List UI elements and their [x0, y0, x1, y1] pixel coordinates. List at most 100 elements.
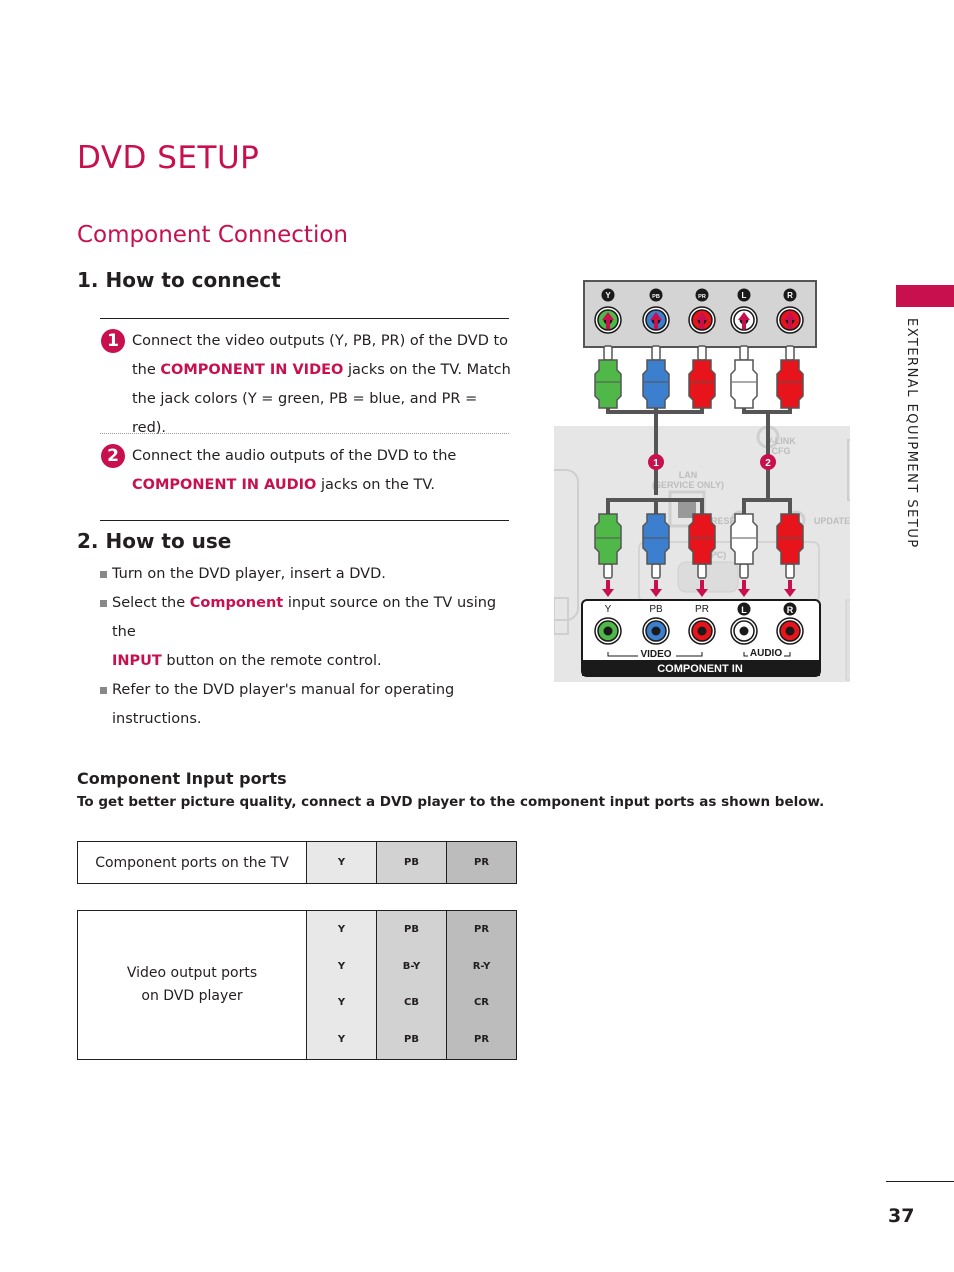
cell: Y: [337, 924, 346, 935]
bullet-icon: [100, 571, 107, 578]
rgb-port: [677, 561, 739, 593]
step-2-line2: COMPONENT IN AUDIO jacks on the TV.: [132, 471, 512, 500]
component-input-ports-description: To get better picture quality, connect a…: [77, 794, 825, 810]
tv-jack-pr: [688, 617, 716, 645]
step-1-text: Connect the video outputs (Y, PB, PR) of…: [132, 327, 512, 443]
tv-jack-label: PR: [695, 604, 709, 615]
divider: [100, 520, 509, 521]
table-row: Video output ports on DVD player Y Y Y Y…: [77, 910, 517, 1060]
label-line: on DVD player: [141, 988, 243, 1004]
rca-plug: [594, 345, 622, 409]
tv-jack-label: Y: [605, 604, 612, 615]
update-label: UPDATE: [814, 516, 850, 526]
vlink-label: V-LINK: [766, 436, 796, 446]
tv-jack-label: L: [741, 605, 747, 615]
label-line: Video output ports: [126, 965, 258, 981]
tv-jack-label: R: [787, 605, 794, 615]
dvd-ports-label: Video output ports on DVD player: [77, 910, 307, 1060]
page-title: DVD SETUP: [77, 140, 260, 176]
input-highlight: INPUT: [112, 653, 162, 669]
service-only-label: (SERVICE ONLY): [652, 480, 724, 490]
cell: Y: [337, 960, 346, 972]
cell: PR: [473, 924, 490, 935]
cell: PB: [404, 1033, 419, 1045]
how-to-use-list: Turn on the DVD player, insert a DVD. Se…: [100, 560, 520, 734]
tv-jack-label: PB: [649, 604, 663, 615]
tv-ports-label: Component ports on the TV: [77, 841, 307, 884]
step-1-line1: Connect the video outputs (Y, PB, PR) of…: [132, 333, 509, 349]
tv-jack-l: [730, 617, 758, 645]
connection-diagram: LAN (SERVICE ONLY) V-LINK CFG RESET UPDA…: [554, 280, 850, 682]
section-tab: [896, 285, 954, 307]
text: Refer to the DVD player's manual for ope…: [112, 682, 455, 698]
step-2-text: Connect the audio outputs of the DVD to …: [132, 442, 512, 500]
step-1-badge: 1: [101, 329, 125, 353]
text: jacks on the TV. Match: [343, 362, 511, 378]
section-title: Component Connection: [77, 222, 348, 248]
rca-plug: [730, 345, 758, 409]
dvd-jack-label: PB: [652, 294, 660, 300]
page-number: 37: [888, 1205, 915, 1227]
cell: B-Y: [402, 960, 421, 972]
port-pb: PB: [376, 841, 447, 884]
bullet-icon: [100, 687, 107, 694]
dvd-ports-table: Video output ports on DVD player Y Y Y Y…: [77, 910, 517, 1060]
rca-plug: [776, 345, 804, 409]
component-input-ports-heading: Component Input ports: [77, 769, 287, 788]
dvd-col-pb: PB B-Y CB PB: [376, 910, 447, 1060]
step-2-line1: Connect the audio outputs of the DVD to …: [132, 448, 457, 464]
tv-jack-y: [594, 617, 622, 645]
callout-2-text: 2: [765, 458, 771, 469]
bullet-icon: [100, 600, 107, 607]
cell: Y: [337, 997, 346, 1008]
cell: PB: [404, 924, 419, 935]
panel-detail: [845, 599, 850, 681]
step-2-badge: 2: [101, 444, 125, 468]
cell: CR: [473, 997, 490, 1008]
how-to-connect-heading: 1. How to connect: [77, 268, 281, 292]
cell: PR: [473, 1033, 490, 1045]
component-in-label: COMPONENT IN: [657, 663, 743, 675]
tv-jack-r: [776, 617, 804, 645]
rca-plug: [688, 345, 716, 409]
text: the: [132, 362, 161, 378]
dvd-col-y: Y Y Y Y: [306, 910, 377, 1060]
port-y: Y: [306, 841, 377, 884]
divider: [100, 318, 509, 319]
callout-1-text: 1: [653, 458, 659, 469]
dvd-jack-label: PR: [698, 294, 706, 300]
cell: Y: [337, 1033, 346, 1045]
how-to-use-heading: 2. How to use: [77, 529, 232, 553]
lan-label: LAN: [679, 470, 698, 480]
list-item: Turn on the DVD player, insert a DVD.: [100, 560, 520, 589]
text: instructions.: [112, 711, 202, 727]
table-row: Component ports on the TV Y PB PR: [77, 841, 517, 884]
component-in-audio-highlight: COMPONENT IN AUDIO: [132, 477, 317, 493]
tv-jack-pb: [642, 617, 670, 645]
step-1-line3: the jack colors (Y = green, PB = blue, a…: [132, 391, 478, 436]
component-highlight: Component: [189, 595, 284, 611]
dvd-jack-label: R: [787, 291, 793, 300]
cell: CB: [404, 997, 419, 1008]
list-item: Select the Component input source on the…: [100, 589, 520, 676]
component-in-video-highlight: COMPONENT IN VIDEO: [160, 362, 344, 378]
port-pr: PR: [446, 841, 517, 884]
video-label: VIDEO: [640, 649, 671, 660]
footer-rule: [886, 1181, 954, 1182]
text: button on the remote control.: [161, 653, 382, 669]
step-1-line2: the COMPONENT IN VIDEO jacks on the TV. …: [132, 356, 512, 385]
rca-plug: [642, 345, 670, 409]
tv-ports-table: Component ports on the TV Y PB PR: [77, 841, 517, 884]
text: Select the: [112, 595, 190, 611]
cfg-label: CFG: [772, 446, 791, 456]
audio-label: AUDIO: [750, 648, 782, 659]
dotted-divider: [100, 433, 509, 434]
text: Turn on the DVD player, insert a DVD.: [112, 566, 386, 582]
dvd-jack-label: L: [742, 291, 747, 300]
list-item: Refer to the DVD player's manual for ope…: [100, 676, 520, 734]
section-tab-label: EXTERNAL EQUIPMENT SETUP: [904, 318, 919, 549]
dvd-col-pr: PR R-Y CR PR: [446, 910, 517, 1060]
text: jacks on the TV.: [316, 477, 436, 493]
cell: R-Y: [472, 960, 491, 972]
dvd-jack-label: Y: [605, 291, 611, 300]
